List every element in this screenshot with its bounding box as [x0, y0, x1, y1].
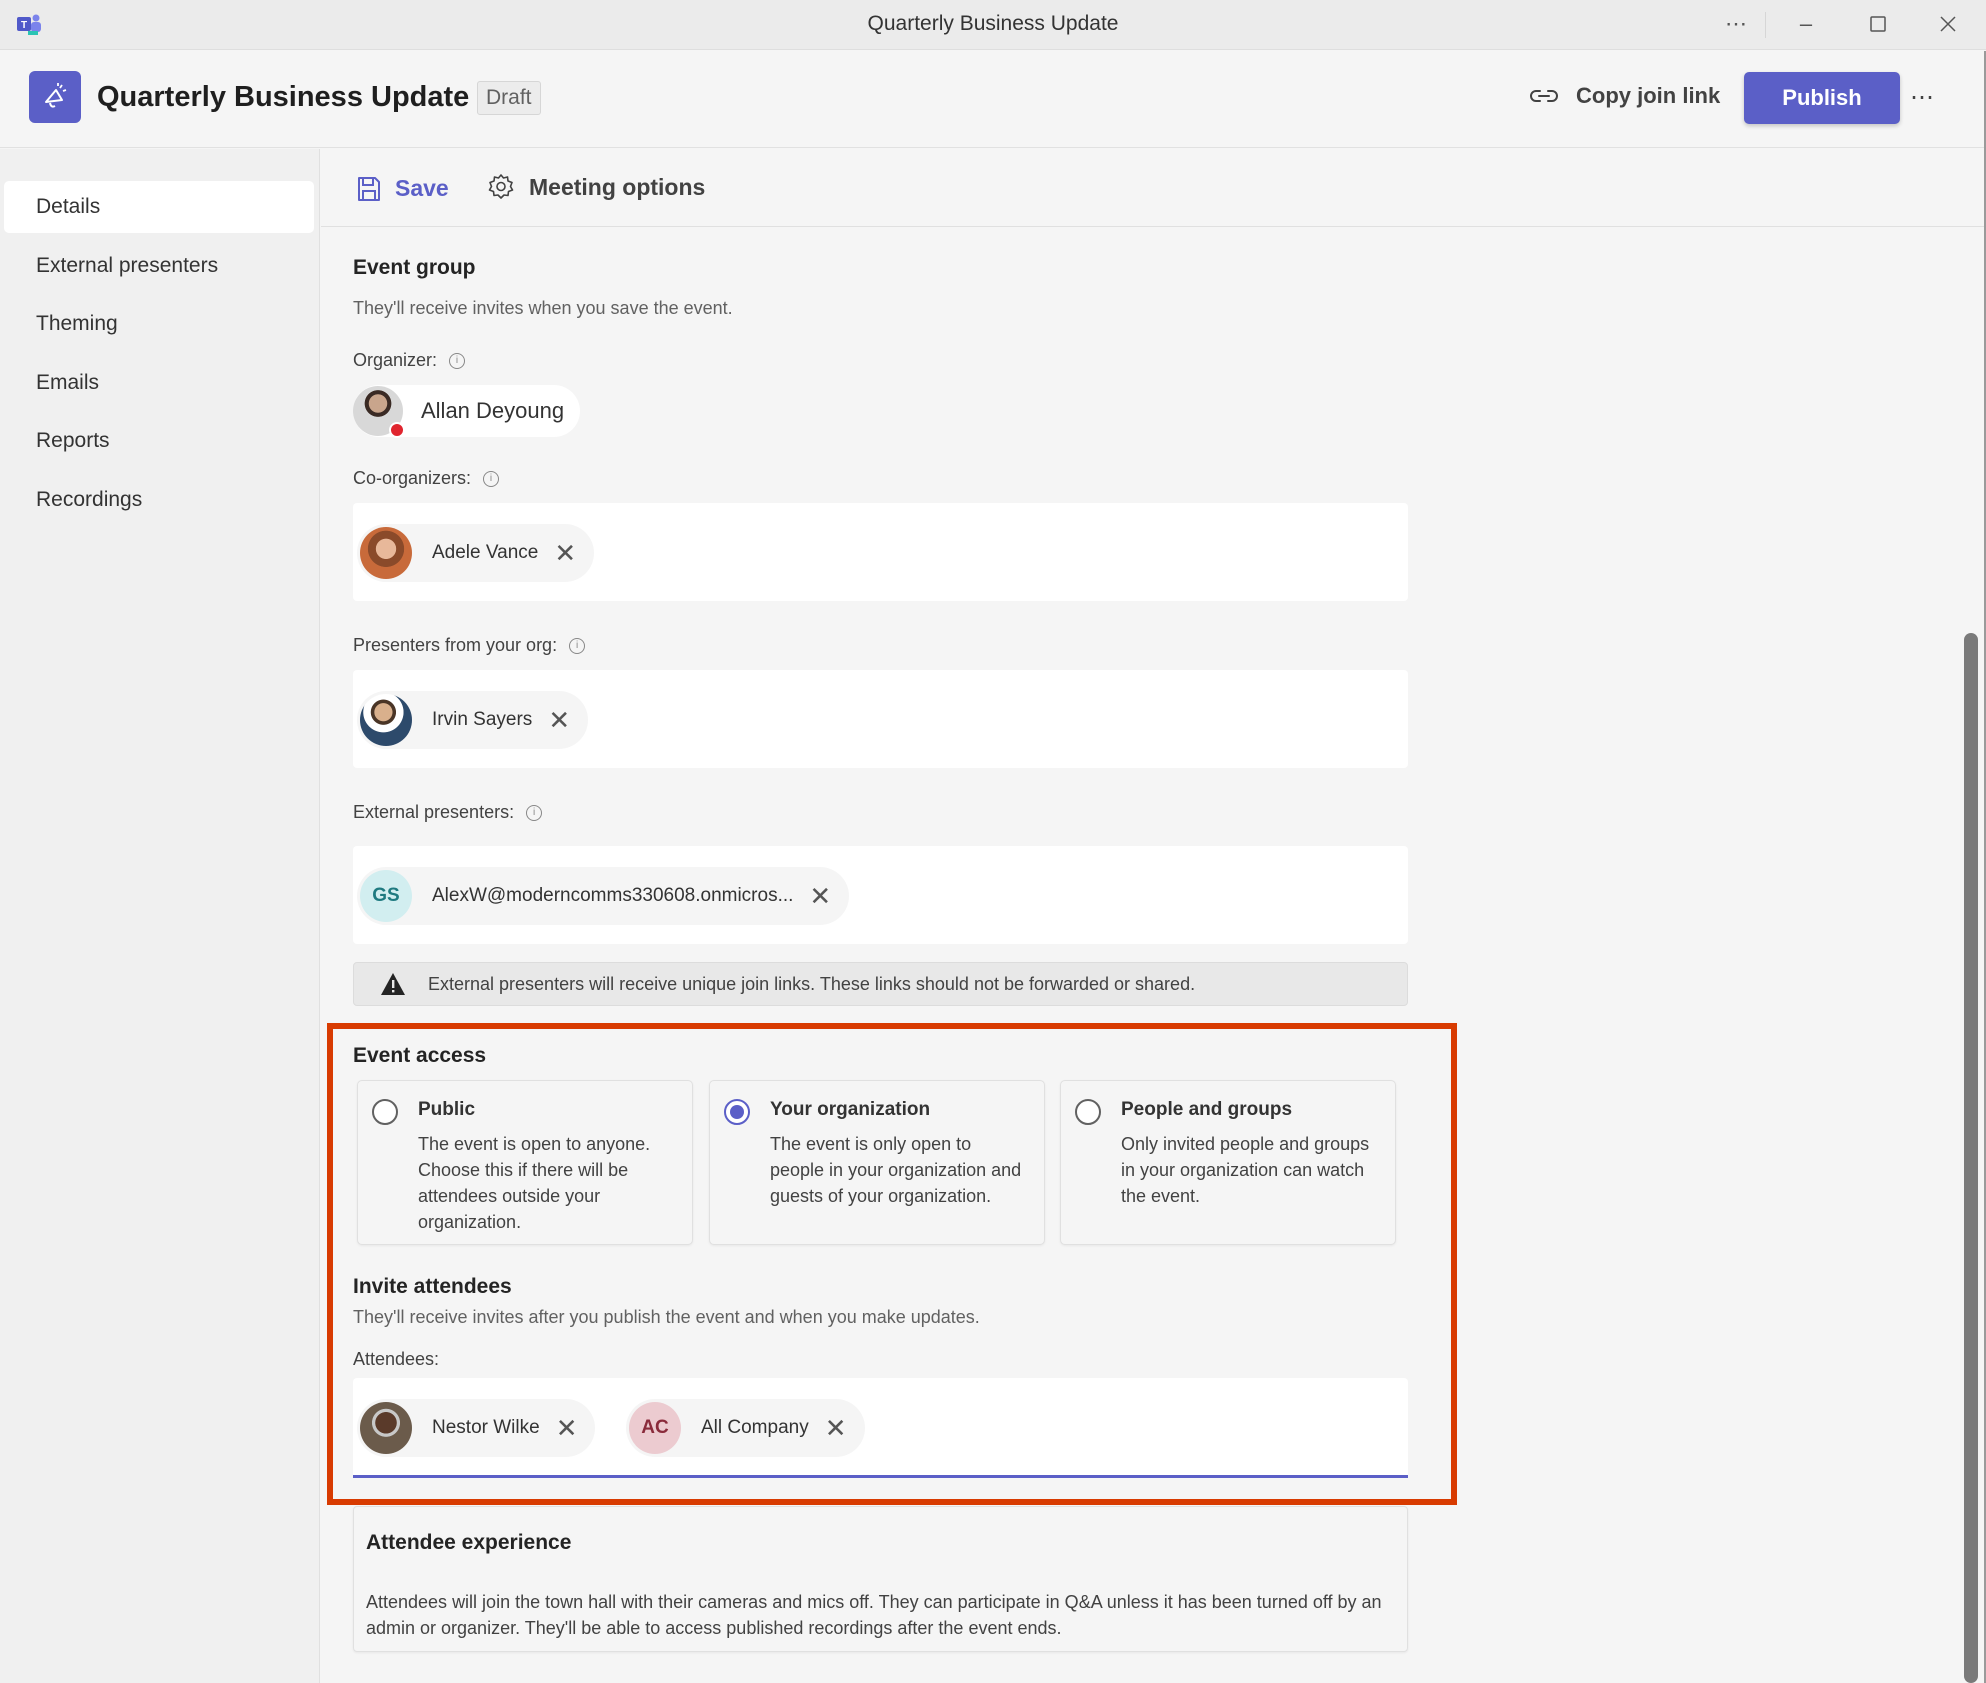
remove-icon[interactable]: ✕ — [825, 1415, 847, 1441]
avatar — [360, 694, 412, 746]
avatar: AC — [629, 1402, 681, 1454]
sidebar-item-recordings[interactable]: Recordings — [4, 474, 314, 526]
copy-join-link-label: Copy join link — [1576, 83, 1721, 108]
info-icon[interactable]: i — [449, 352, 466, 369]
access-option-title: Your organization — [770, 1099, 931, 1120]
access-option-people-and-groups[interactable]: People and groups Only invited people an… — [1060, 1080, 1396, 1245]
sidebar-item-reports[interactable]: Reports — [4, 415, 314, 467]
organizer-label: Organizer: i — [353, 350, 466, 371]
toolbar: Save Meeting options — [321, 149, 1986, 227]
sidebar-item-external-presenters[interactable]: External presenters — [4, 240, 314, 292]
title-bar: T Quarterly Business Update ⋯ – — [0, 0, 1986, 50]
organizer-label-text: Organizer: — [353, 350, 438, 370]
presence-busy-icon — [389, 422, 405, 438]
scrollbar[interactable] — [1964, 633, 1978, 1683]
external-presenters-input[interactable]: GS AlexW@moderncomms330608.onmicros... ✕ — [353, 846, 1408, 944]
info-icon[interactable]: i — [483, 470, 500, 487]
avatar — [360, 527, 412, 579]
coorganizers-input[interactable]: Adele Vance ✕ — [353, 503, 1408, 601]
coorganizer-name: Adele Vance — [432, 542, 539, 563]
meeting-options-label: Meeting options — [529, 173, 706, 200]
sidebar: Details External presenters Theming Emai… — [0, 149, 320, 1683]
warning-banner: External presenters will receive unique … — [353, 962, 1408, 1006]
invite-attendees-subtitle: They'll receive invites after you publis… — [353, 1307, 980, 1327]
attendee-name: All Company — [701, 1417, 809, 1438]
sidebar-item-emails[interactable]: Emails — [4, 357, 314, 409]
publish-button[interactable]: Publish — [1744, 72, 1900, 124]
info-icon[interactable]: i — [569, 637, 586, 654]
radio-your-organization[interactable] — [724, 1099, 750, 1125]
page-title: Quarterly Business Update — [97, 81, 470, 113]
organizer-chip[interactable]: Allan Deyoung — [353, 385, 581, 438]
remove-icon[interactable]: ✕ — [809, 883, 831, 909]
attendee-experience-heading: Attendee experience — [366, 1531, 572, 1554]
access-option-your-organization[interactable]: Your organization The event is only open… — [709, 1080, 1045, 1245]
save-icon — [358, 176, 380, 201]
event-header: Quarterly Business Update Draft Copy joi… — [0, 51, 1986, 148]
copy-join-link-button[interactable]: Copy join link — [1530, 83, 1720, 109]
remove-icon[interactable]: ✕ — [548, 707, 570, 733]
coorganizers-label: Co-organizers: i — [353, 468, 500, 489]
external-presenters-label: External presenters: i — [353, 802, 543, 823]
access-option-title: Public — [418, 1099, 476, 1120]
external-presenters-label-text: External presenters: — [353, 802, 515, 822]
access-option-description: Only invited people and groups in your o… — [1121, 1134, 1370, 1206]
presenters-label-text: Presenters from your org: — [353, 635, 558, 655]
invite-attendees-heading: Invite attendees — [353, 1275, 512, 1298]
access-option-description: The event is only open to people in your… — [770, 1134, 1022, 1206]
megaphone-icon — [29, 71, 81, 123]
attendees-label: Attendees: — [353, 1349, 440, 1369]
organizer-name: Allan Deyoung — [421, 398, 565, 423]
radio-public[interactable] — [372, 1099, 398, 1125]
avatar-initials: GS — [372, 885, 400, 906]
info-icon[interactable]: i — [526, 804, 543, 821]
access-option-description: The event is open to anyone. Choose this… — [418, 1134, 651, 1232]
presenter-name: Irvin Sayers — [432, 709, 533, 730]
remove-icon[interactable]: ✕ — [554, 540, 576, 566]
status-badge: Draft — [477, 81, 541, 115]
save-button[interactable]: Save — [357, 175, 449, 202]
maximize-button[interactable] — [1858, 8, 1898, 40]
sidebar-item-details[interactable]: Details — [4, 181, 314, 233]
group-chip: AC All Company ✕ — [626, 1399, 865, 1457]
link-icon — [1530, 90, 1558, 102]
maximize-icon — [1870, 16, 1886, 32]
remove-icon[interactable]: ✕ — [556, 1415, 578, 1441]
access-option-title: People and groups — [1121, 1099, 1293, 1120]
warning-text: External presenters will receive unique … — [428, 973, 1196, 994]
person-chip: GS AlexW@moderncomms330608.onmicros... ✕ — [357, 867, 850, 925]
presenters-input[interactable]: Irvin Sayers ✕ — [353, 670, 1408, 768]
person-chip: Adele Vance ✕ — [357, 524, 595, 582]
minimize-button[interactable]: – — [1786, 8, 1826, 40]
avatar — [360, 1402, 412, 1454]
window-title: Quarterly Business Update — [867, 12, 1119, 35]
avatar — [353, 386, 405, 438]
more-options-button[interactable]: ⋯ — [1910, 83, 1935, 112]
attendee-name: Nestor Wilke — [432, 1417, 540, 1438]
attendee-experience-card: Attendee experience Attendees will join … — [353, 1506, 1408, 1652]
person-chip: Nestor Wilke ✕ — [357, 1399, 596, 1457]
meeting-options-button[interactable]: Meeting options — [487, 173, 705, 201]
gear-icon — [488, 174, 514, 199]
attendee-experience-body: Attendees will join the town hall with t… — [366, 1592, 1382, 1638]
radio-people-and-groups[interactable] — [1075, 1099, 1101, 1125]
person-chip: Irvin Sayers ✕ — [357, 691, 589, 749]
close-icon — [1940, 16, 1956, 32]
sidebar-item-theming[interactable]: Theming — [4, 298, 314, 350]
presenters-label: Presenters from your org: i — [353, 635, 586, 656]
avatar: GS — [360, 870, 412, 922]
avatar-initials: AC — [641, 1417, 669, 1438]
close-button[interactable] — [1928, 8, 1968, 40]
event-access-heading: Event access — [353, 1044, 487, 1067]
coorganizers-label-text: Co-organizers: — [353, 468, 472, 488]
warning-icon — [381, 973, 405, 995]
event-group-subtitle: They'll receive invites when you save th… — [353, 298, 733, 318]
event-group-heading: Event group — [353, 256, 476, 279]
external-presenter-email: AlexW@moderncomms330608.onmicros... — [432, 885, 794, 906]
save-label: Save — [395, 175, 449, 201]
attendees-input[interactable]: Nestor Wilke ✕ AC All Company ✕ — [353, 1378, 1408, 1478]
more-options-icon[interactable]: ⋯ — [1716, 8, 1756, 40]
access-option-public[interactable]: Public The event is open to anyone. Choo… — [357, 1080, 693, 1245]
divider — [1765, 12, 1766, 38]
